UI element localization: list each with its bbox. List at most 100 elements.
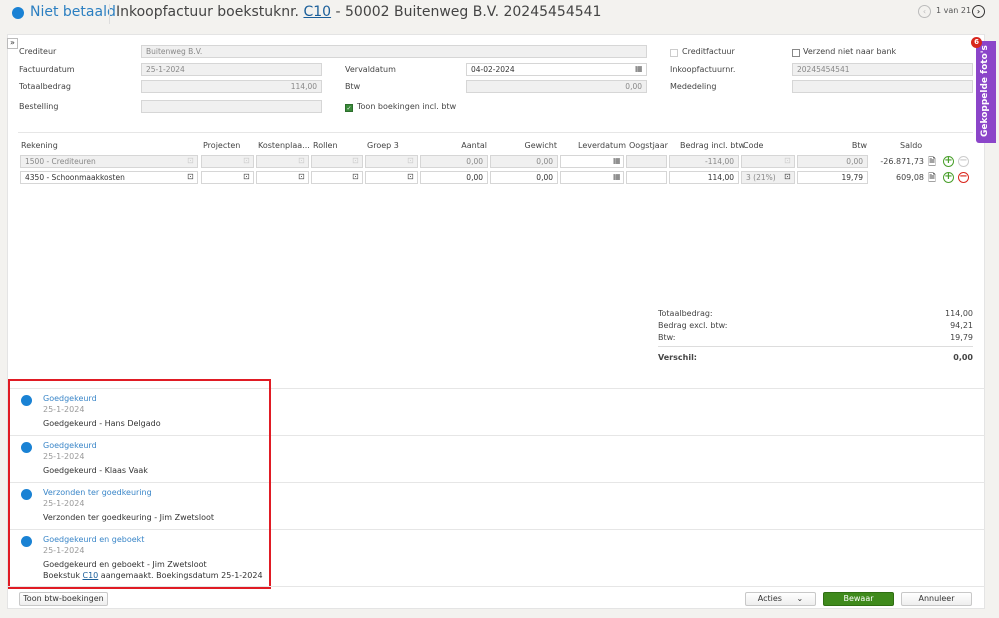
cell-gewicht[interactable]: 0,00	[490, 171, 558, 184]
verschil-value: 0,00	[953, 353, 973, 362]
add-row-button[interactable]: +	[943, 156, 954, 167]
vervaldatum-field[interactable]: 04-02-2024	[466, 63, 647, 76]
remove-row-button[interactable]: −	[958, 156, 969, 167]
creditfactuur-checkbox[interactable]	[670, 49, 678, 57]
bestelling-field[interactable]	[141, 100, 322, 113]
cell-oogstjaar[interactable]	[626, 155, 667, 168]
cell-aantal[interactable]: 0,00	[420, 171, 488, 184]
toon-incl-label: Toon boekingen incl. btw	[357, 102, 457, 111]
lookup-icon[interactable]: ⊡	[784, 172, 791, 181]
prev-page-button[interactable]: ‹	[918, 5, 931, 18]
divider	[8, 586, 985, 587]
status-label: Niet betaald	[30, 4, 116, 20]
lookup-icon[interactable]: ⊡	[352, 156, 359, 165]
lookup-icon[interactable]: ⊡	[243, 156, 250, 165]
lookup-icon[interactable]: ⊡	[407, 172, 414, 181]
cell-bedrag-incl-btw[interactable]: -114,00	[669, 155, 739, 168]
col-aantal: Aantal	[461, 141, 487, 150]
cell-gewicht[interactable]: 0,00	[490, 155, 558, 168]
bewaar-button[interactable]: Bewaar	[823, 592, 894, 606]
totaal-label: Totaalbedrag:	[658, 309, 713, 318]
col-bedrag: Bedrag incl. btw	[680, 141, 746, 150]
factuurdatum-field[interactable]: 25-1-2024	[141, 63, 322, 76]
status-dot-icon	[12, 7, 24, 19]
mededeling-label: Mededeling	[670, 82, 717, 91]
lookup-icon[interactable]: ⊡	[298, 156, 305, 165]
inkoopnr-field[interactable]: 20245454541	[792, 63, 973, 76]
lookup-icon[interactable]: ⊡	[784, 156, 791, 165]
toon-btw-boekingen-button[interactable]: Toon btw-boekingen	[19, 592, 108, 606]
gekoppelde-fotos-tab[interactable]: Gekoppelde foto's	[976, 41, 996, 143]
divider	[658, 346, 973, 347]
excl-value: 94,21	[950, 321, 973, 330]
verzend-label: Verzend niet naar bank	[803, 47, 897, 56]
lookup-icon[interactable]: ⊡	[298, 172, 305, 181]
totaalbedrag-label: Totaalbedrag	[19, 82, 71, 91]
col-projecten: Projecten	[203, 141, 241, 150]
btw-field[interactable]: 0,00	[466, 80, 647, 93]
remove-row-button[interactable]: −	[958, 172, 969, 183]
cell-btw[interactable]: 0,00	[797, 155, 868, 168]
photo-count-badge: 6	[971, 37, 982, 48]
bestelling-label: Bestelling	[19, 102, 59, 111]
col-groep3: Groep 3	[367, 141, 399, 150]
document-search-icon[interactable]: 🗎	[928, 155, 936, 172]
cell-oogstjaar[interactable]	[626, 171, 667, 184]
expand-icon[interactable]: »	[7, 38, 18, 49]
cell-rekening[interactable]: 1500 - Crediteuren	[20, 155, 198, 168]
lookup-icon[interactable]: ⊡	[407, 156, 414, 165]
cell-aantal[interactable]: 0,00	[420, 155, 488, 168]
lookup-icon[interactable]: ⊡	[187, 172, 194, 181]
saldo-value: -26.871,73	[880, 157, 924, 166]
factuurdatum-label: Factuurdatum	[19, 65, 75, 74]
col-rollen: Rollen	[313, 141, 338, 150]
btw-label: Btw	[345, 82, 361, 91]
divider	[18, 132, 973, 133]
cell-btw[interactable]: 19,79	[797, 171, 868, 184]
crediteur-field[interactable]: Buitenweg B.V.	[141, 45, 647, 58]
totaalbedrag-field[interactable]: 114,00	[141, 80, 322, 93]
crediteur-label: Crediteur	[19, 47, 57, 56]
document-search-icon[interactable]: 🗎	[928, 171, 936, 188]
add-row-button[interactable]: +	[943, 172, 954, 183]
totaal-value: 114,00	[945, 309, 973, 318]
chevron-down-icon: ⌄	[796, 594, 804, 603]
divider	[109, 4, 110, 24]
page-title: Inkoopfactuur boekstuknr. C10 - 50002 Bu…	[116, 4, 601, 20]
col-gewicht: Gewicht	[524, 141, 558, 150]
btw-total-value: 19,79	[950, 333, 973, 342]
cell-bedrag-incl-btw[interactable]: 114,00	[669, 171, 739, 184]
excl-label: Bedrag excl. btw:	[658, 321, 728, 330]
pager-text: 1 van 21	[936, 6, 972, 15]
lookup-icon[interactable]: ⊡	[187, 156, 194, 165]
col-rekening: Rekening	[21, 141, 58, 150]
acties-label: Acties	[757, 594, 782, 603]
calendar-icon[interactable]: ▦	[635, 64, 643, 73]
vervaldatum-label: Vervaldatum	[345, 65, 396, 74]
next-page-button[interactable]: ›	[972, 5, 985, 18]
col-leverdatum: Leverdatum	[578, 141, 627, 150]
verschil-label: Verschil:	[658, 353, 698, 362]
col-code: Code	[743, 141, 764, 150]
mededeling-field[interactable]	[792, 80, 973, 93]
saldo-value: 609,08	[896, 173, 924, 182]
annuleer-button[interactable]: Annuleer	[901, 592, 972, 606]
side-tab-label: Gekoppelde foto's	[980, 45, 990, 137]
lookup-icon[interactable]: ⊡	[243, 172, 250, 181]
col-kostenplaats: Kostenplaa...	[258, 141, 310, 150]
toon-incl-checkbox[interactable]: ✓	[345, 104, 353, 112]
highlight-box	[8, 379, 271, 589]
col-btw: Btw	[851, 141, 867, 150]
doc-link[interactable]: C10	[303, 4, 331, 20]
title-suffix: - 50002 Buitenweg B.V. 20245454541	[331, 4, 602, 20]
inkoopnr-label: Inkoopfactuurnr.	[670, 65, 736, 74]
creditfactuur-label: Creditfactuur	[682, 47, 735, 56]
calendar-icon[interactable]: ▦	[613, 172, 621, 181]
lookup-icon[interactable]: ⊡	[352, 172, 359, 181]
col-saldo: Saldo	[900, 141, 923, 150]
acties-dropdown[interactable]: Acties ⌄	[745, 592, 816, 606]
cell-rekening[interactable]: 4350 - Schoonmaakkosten	[20, 171, 198, 184]
col-oogstjaar: Oogstjaar	[629, 141, 668, 150]
calendar-icon[interactable]: ▦	[613, 156, 621, 165]
verzend-checkbox[interactable]	[792, 49, 800, 57]
